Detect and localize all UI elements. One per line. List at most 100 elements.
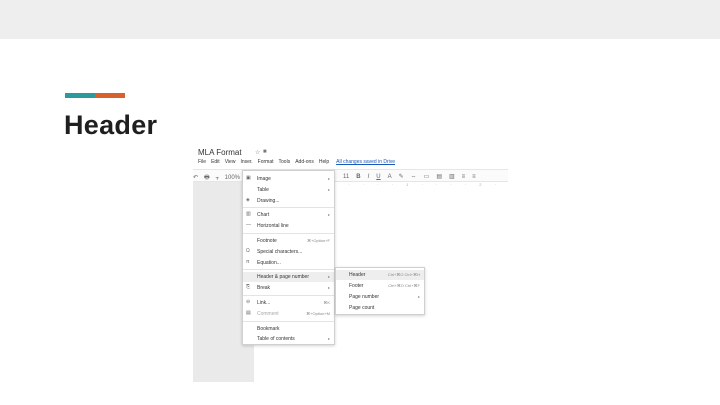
menu-item-shortcut: ▸ [327, 274, 330, 280]
menu-help[interactable]: Help [319, 159, 329, 165]
submenu-item-shortcut: ▸ [417, 294, 420, 299]
star-icon[interactable]: ☆ [255, 149, 260, 156]
menu-item-label: Footnote [257, 238, 277, 244]
menu-item-label: Header & page number [257, 274, 309, 281]
insert-menu-item[interactable]: ▥ Chart ▸ [243, 210, 334, 220]
highlight-icon[interactable]: ✎ [399, 174, 404, 180]
accent-bar-teal [65, 93, 95, 98]
submenu-item[interactable]: Header Ctrl+⌘O Ctrl+⌘H [336, 270, 424, 280]
paint-format-icon[interactable]: ᚁ [216, 175, 219, 181]
insert-menu-item[interactable]: ▣ Image ▸ [243, 174, 334, 184]
insert-menu-item[interactable]: ▤ Comment ⌘+Option+M [243, 309, 334, 319]
slide-title: Header [64, 110, 158, 140]
toolbar: ↶ 🖶 ᚁ 100% 11 B I U A ✎ ⇔ ▭ ▤ ▥ ≡ ≡ [193, 169, 508, 182]
menu-item-label: Image [257, 176, 271, 182]
insert-menu-item[interactable]: ◈ Drawing... [243, 196, 334, 206]
insert-menu-item[interactable]: Footnote ⌘+Option+F [243, 236, 334, 246]
menu-item-label: Link... [257, 300, 271, 306]
insert-menu-item[interactable]: Table of contents ▸ [243, 334, 334, 344]
submenu-item-shortcut: Ctrl+⌘O Ctrl+⌘H [387, 272, 420, 277]
accent-bar-orange [95, 93, 125, 98]
menu-file[interactable]: File [198, 159, 206, 165]
folder-icon[interactable]: ■ [263, 149, 267, 155]
insert-menu-item[interactable]: Bookmark [243, 324, 334, 334]
zoom-select[interactable]: 100% [225, 175, 240, 181]
submenu-item-label: Footer [349, 283, 364, 289]
insert-menu-item[interactable]: — Horizontal line [243, 221, 334, 231]
insert-menu-item[interactable]: ⎘ Break ▸ [243, 283, 334, 293]
print-icon[interactable]: 🖶 [204, 175, 210, 181]
menu-item-shortcut: ⌘K [323, 300, 330, 305]
menu-divider [243, 207, 334, 209]
docs-screenshot: MLA Format ☆ ■ File Edit View Inser. Format T… [193, 142, 508, 382]
menu-item-label: Drawing... [257, 197, 280, 204]
menu-item-shortcut: ▸ [327, 336, 330, 342]
document-title[interactable]: MLA Format [198, 148, 242, 157]
ruler[interactable]: 1 · · · · 1 · · · · 2 · · · · 3 · · · · … [333, 182, 508, 187]
break-icon: ⎘ [246, 284, 251, 291]
menu-edit[interactable]: Edit [211, 159, 220, 165]
menu-item-label: Break [257, 285, 271, 292]
menu-divider [243, 320, 334, 322]
undo-icon[interactable]: ↶ [193, 175, 198, 181]
menu-item-shortcut: ⌘+Option+M [306, 310, 330, 316]
menu-item-shortcut: ▸ [327, 285, 330, 291]
menu-item-label: Table of contents [257, 336, 295, 343]
menu-item-label: Horizontal line [257, 223, 289, 230]
insert-comment-icon[interactable]: ▭ [424, 174, 430, 180]
submenu-item-label: Page number [349, 294, 380, 300]
menu-format[interactable]: Format [258, 159, 274, 165]
insert-table-icon[interactable]: ▥ [449, 174, 455, 180]
header-page-number-submenu: Header Ctrl+⌘O Ctrl+⌘H Footer Ctrl+⌘O Ctrl+… [335, 267, 425, 315]
top-band [0, 0, 720, 39]
special-characters-icon: Ω [246, 247, 250, 254]
menu-bar: File Edit View Inser. Format Tools Add-ons Help… [198, 159, 400, 165]
text-color-icon[interactable]: A [388, 174, 392, 180]
menu-item-label: Table [257, 186, 269, 193]
align-left-icon[interactable]: ≡ [462, 174, 466, 180]
menu-item-shortcut: ▸ [327, 212, 330, 218]
link-icon: ⊖ [246, 299, 251, 305]
chart-icon: ▥ [246, 211, 251, 218]
bold-icon[interactable]: B [356, 174, 360, 180]
menu-item-label: Special characters... [257, 248, 303, 255]
horizontal-line-icon: — [246, 222, 251, 229]
insert-menu: ▣ Image ▸ Table ▸ ◈ Drawing... ▥ Chart ▸ — Horizont… [242, 170, 335, 345]
menu-item-label: Chart [257, 212, 270, 219]
menu-view[interactable]: View [225, 159, 236, 165]
underline-icon[interactable]: U [376, 174, 380, 180]
insert-image-icon[interactable]: ▤ [436, 174, 442, 180]
insert-menu-item[interactable]: Header & page number ▸ [243, 272, 334, 283]
image-icon: ▣ [246, 175, 251, 181]
submenu-item[interactable]: Footer Ctrl+⌘O Ctrl+⌘F [336, 281, 424, 291]
menu-add-ons[interactable]: Add-ons [295, 159, 314, 165]
align-center-icon[interactable]: ≡ [472, 174, 476, 180]
menu-item-shortcut: ⌘+Option+F [307, 238, 330, 243]
insert-menu-item[interactable]: Ω Special characters... [243, 247, 334, 257]
drawing-icon: ◈ [246, 196, 250, 203]
italic-icon[interactable]: I [368, 174, 370, 180]
insert-menu-item[interactable]: ⊖ Link... ⌘K [243, 298, 334, 308]
submenu-item[interactable]: Page number ▸ [336, 292, 424, 302]
insert-menu-item[interactable]: π Equation... [243, 258, 334, 268]
menu-divider [243, 269, 334, 271]
menu-tools[interactable]: Tools [279, 159, 291, 165]
menu-item-shortcut: ▸ [327, 186, 330, 192]
menu-item-label: Comment [257, 310, 279, 317]
submenu-item-label: Page count [349, 305, 375, 311]
menu-divider [243, 295, 334, 296]
equation-icon: π [246, 258, 250, 265]
comment-icon: ▤ [246, 309, 251, 316]
submenu-item-label: Header [349, 272, 366, 278]
insert-link-icon[interactable]: ⇔ [411, 174, 417, 180]
menu-divider [243, 233, 334, 234]
saved-status-link[interactable]: All changes saved in Drive [336, 159, 395, 165]
menu-item-label: Equation... [257, 259, 281, 266]
submenu-item-shortcut: Ctrl+⌘O Ctrl+⌘F [388, 283, 420, 288]
font-size-select[interactable]: 11 [343, 174, 349, 180]
menu-item-shortcut: ▸ [327, 176, 330, 181]
menu-item-label: Bookmark [257, 325, 280, 332]
submenu-item[interactable]: Page count [336, 303, 424, 313]
insert-menu-item[interactable]: Table ▸ [243, 185, 334, 195]
menu-insert[interactable]: Inser. [240, 159, 252, 165]
